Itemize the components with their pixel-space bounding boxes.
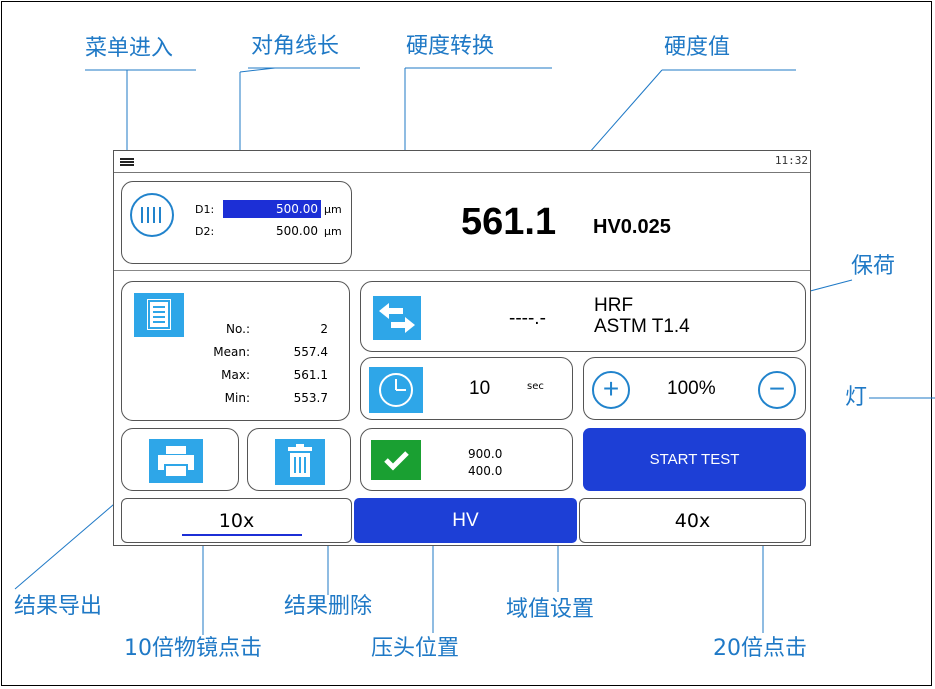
trash-icon — [275, 439, 325, 485]
stats-panel: No.: 2 Mean: 557.4 Max: 561.1 Min: 553.7 — [121, 281, 350, 421]
divider — [114, 270, 810, 271]
conversion-scale: HRF — [594, 295, 634, 316]
tab-10x[interactable]: 10x — [121, 498, 352, 543]
diagonal-measure-panel: D1: 500.00 μm D2: 500.00 μm — [121, 181, 352, 264]
callout-light: 灯 — [845, 385, 868, 410]
dwell-panel[interactable]: 10 sec — [360, 357, 573, 420]
dwell-time-unit: sec — [527, 381, 544, 392]
d1-label: D1: — [195, 203, 215, 216]
callout-objective-20x: 20倍点击 — [713, 636, 807, 661]
callout-diagonal-length: 对角线长 — [251, 34, 340, 59]
d1-unit: μm — [324, 203, 342, 216]
callout-delete-results: 结果删除 — [284, 594, 373, 619]
delete-results-button[interactable] — [247, 428, 351, 491]
start-test-button[interactable]: START TEST — [583, 428, 806, 491]
check-icon[interactable] — [371, 440, 421, 480]
ring-measure-icon[interactable] — [130, 193, 174, 237]
swap-arrows-icon[interactable] — [373, 296, 421, 340]
threshold-upper: 900.0 — [468, 447, 503, 461]
stat-max-label: Max: — [221, 368, 250, 382]
clock: 11:32 — [774, 154, 808, 167]
callout-hardness-convert: 硬度转换 — [406, 34, 495, 59]
tab-hv[interactable]: HV — [354, 498, 577, 543]
minus-icon[interactable]: − — [758, 371, 796, 409]
stat-no-label: No.: — [226, 322, 250, 336]
device-screen: 11:32 D1: 500.00 μm D2: 500.00 μm 561.1 … — [113, 150, 811, 546]
stat-min-label: Min: — [224, 391, 250, 405]
menu-icon[interactable] — [120, 158, 134, 166]
conversion-standard: ASTM T1.4 — [594, 316, 690, 337]
hardness-value: 561.1 — [461, 201, 557, 243]
printer-icon — [149, 439, 203, 483]
threshold-lower: 400.0 — [468, 464, 503, 478]
d2-unit: μm — [324, 225, 342, 238]
callout-indenter-position: 压头位置 — [371, 636, 460, 661]
tab-10x-underline — [182, 534, 302, 536]
hardness-scale: HV0.025 — [593, 216, 671, 238]
light-panel: + 100% − — [583, 357, 806, 420]
callout-menu-enter: 菜单进入 — [85, 36, 174, 61]
d2-label: D2: — [195, 225, 215, 238]
callout-dwell: 保荷 — [851, 254, 896, 279]
stat-mean-value: 557.4 — [293, 345, 328, 359]
stat-max-value: 561.1 — [293, 368, 328, 382]
converted-value: ----.- — [509, 308, 546, 329]
top-bar: 11:32 — [114, 151, 810, 173]
export-results-button[interactable] — [121, 428, 239, 491]
stat-min-value: 553.7 — [293, 391, 328, 405]
clock-icon[interactable] — [369, 367, 423, 413]
callout-objective-10x: 10倍物镜点击 — [124, 636, 262, 661]
conversion-panel[interactable]: ----.- HRF ASTM T1.4 — [360, 281, 806, 352]
callout-export-results: 结果导出 — [14, 594, 103, 619]
callout-hardness-value: 硬度值 — [664, 35, 731, 60]
callout-threshold-setting: 域值设置 — [506, 597, 595, 622]
light-level: 100% — [667, 378, 716, 399]
plus-icon[interactable]: + — [592, 371, 630, 409]
tab-40x[interactable]: 40x — [579, 498, 806, 543]
document-icon[interactable] — [134, 293, 184, 337]
stat-no-value: 2 — [320, 322, 328, 336]
stat-mean-label: Mean: — [213, 345, 250, 359]
d2-field[interactable]: 500.00 — [223, 224, 321, 238]
dwell-time-value: 10 — [469, 378, 491, 399]
threshold-panel[interactable]: 900.0 400.0 — [360, 428, 573, 491]
d1-field[interactable]: 500.00 — [223, 200, 321, 218]
